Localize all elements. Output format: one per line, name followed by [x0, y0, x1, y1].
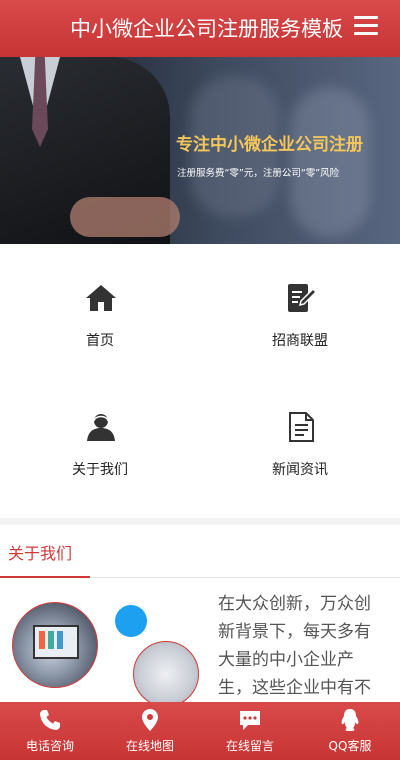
banner-subtitle: 注册服务费“零”元，注册公司“零”风险 [177, 168, 340, 179]
nav-item-home[interactable]: 首页 [0, 244, 200, 381]
section-divider [0, 518, 400, 525]
footer-label: 电话咨询 [25, 739, 74, 753]
about-section-header: 关于我们 [0, 525, 400, 578]
about-description: 在大众创新，万众创新背景下，每天多有大量的中小企业产生，这些企业中有不 [218, 594, 371, 698]
footer-label: 在线留言 [225, 739, 274, 753]
chat-icon [240, 711, 260, 730]
nav-item-partners[interactable]: 招商联盟 [200, 244, 400, 381]
footer-label: QQ客服 [328, 739, 372, 753]
bottom-toolbar: 电话咨询 在线地图 在线留言 QQ客服 [0, 702, 400, 760]
map-pin-icon [142, 709, 158, 731]
top-header: 中小微企业公司注册服务模板 [0, 0, 400, 57]
businessman-hands-image [70, 197, 180, 237]
hero-banner: 专注中小微企业公司注册 注册服务费“零”元，注册公司“零”风险 [0, 57, 400, 244]
nav-item-label: 招商联盟 [272, 333, 328, 349]
laptop-chart-image [12, 602, 98, 688]
about-section-body: 在大众创新，万众创新背景下，每天多有大量的中小企业产生，这些企业中有不 [0, 578, 400, 702]
qq-penguin-icon [341, 709, 359, 731]
blue-decorative-dot [115, 605, 147, 637]
document-icon [289, 412, 314, 442]
user-icon [87, 414, 115, 441]
nav-grid: 首页 招商联盟 关于我们 新闻资讯 [0, 244, 400, 518]
hamburger-menu-icon[interactable] [354, 16, 378, 36]
qq-service-button[interactable]: QQ客服 [300, 702, 400, 760]
site-title: 中小微企业公司注册服务模板 [70, 17, 343, 41]
footer-label: 在线地图 [125, 739, 174, 753]
nav-item-label: 首页 [86, 333, 114, 349]
banner-background-figure [290, 87, 370, 237]
nav-item-label: 关于我们 [72, 462, 128, 478]
handshake-document-image [133, 641, 199, 702]
phone-icon [40, 710, 60, 730]
online-map-button[interactable]: 在线地图 [100, 702, 200, 760]
phone-consult-button[interactable]: 电话咨询 [0, 702, 100, 760]
nav-item-label: 新闻资讯 [272, 462, 328, 478]
edit-document-icon [288, 284, 317, 312]
online-message-button[interactable]: 在线留言 [200, 702, 300, 760]
home-icon [86, 285, 116, 311]
nav-item-about[interactable]: 关于我们 [0, 381, 200, 518]
chart-bars-graphic [39, 631, 69, 649]
about-section-title[interactable]: 关于我们 [8, 540, 72, 564]
banner-slogan: 专注中小微企业公司注册 [176, 135, 363, 155]
nav-item-news[interactable]: 新闻资讯 [200, 381, 400, 518]
